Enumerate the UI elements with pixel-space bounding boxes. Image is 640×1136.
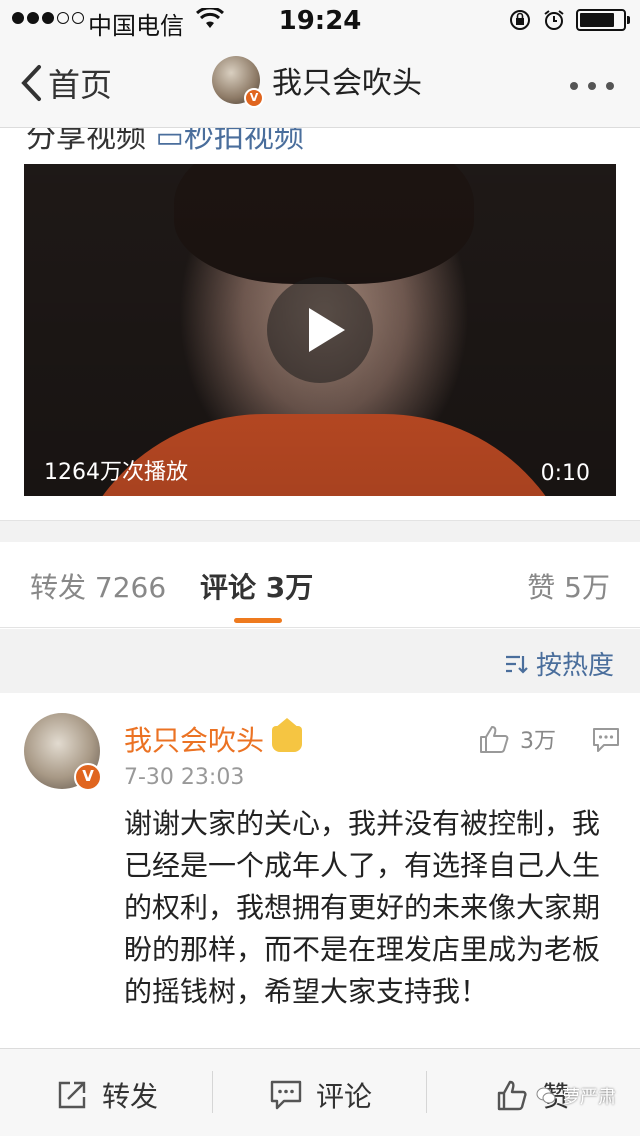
page-title: 我只会吹头	[272, 66, 422, 101]
comment-avatar[interactable]: V	[24, 713, 102, 791]
orientation-lock-icon	[510, 10, 530, 30]
tab-repost[interactable]: 转发 7266	[30, 566, 166, 606]
sort-by-hot-button[interactable]: 按热度	[504, 645, 614, 682]
back-button[interactable]: 首页	[20, 60, 112, 106]
comment-icon	[270, 1080, 302, 1110]
video-duration: 0:10	[540, 461, 590, 486]
sort-icon	[505, 655, 528, 674]
comment-item: V 我只会吹头 7-30 23:03 3万 谢谢大家的关心，我并没有被控制，我已…	[0, 693, 640, 1053]
chevron-left-icon	[21, 65, 41, 101]
comment-time: 7-30 23:03	[124, 765, 245, 790]
sort-bar: 按热度	[0, 629, 640, 693]
repost-button[interactable]: 转发	[56, 1075, 158, 1115]
top-bar: 中国电信 19:24 首页 V 我只会吹头	[0, 0, 640, 128]
play-icon[interactable]	[267, 277, 373, 383]
interaction-tabs: 转发 7266 评论 3万 赞 5万	[0, 542, 640, 628]
wechat-icon	[536, 1087, 556, 1104]
comment-button[interactable]: 评论	[270, 1075, 372, 1115]
comment-author[interactable]: 我只会吹头	[124, 718, 303, 759]
thumbs-up-icon	[497, 1080, 527, 1111]
nav-bar: 首页 V 我只会吹头	[0, 40, 640, 128]
repost-icon	[58, 1081, 86, 1109]
bottom-action-bar: 转发 评论 赞 萝严肃	[0, 1048, 640, 1136]
divider	[0, 520, 640, 542]
reply-comment-icon[interactable]	[592, 727, 620, 753]
verified-badge-icon: V	[74, 763, 102, 791]
nav-user[interactable]: V 我只会吹头	[212, 56, 422, 108]
avatar: V	[212, 56, 264, 108]
video-play-count: 1264万次播放	[44, 460, 188, 485]
tab-comment[interactable]: 评论 3万	[200, 566, 313, 606]
verified-badge-icon: V	[244, 88, 264, 108]
comment-like-button[interactable]: 3万	[478, 723, 556, 755]
crown-icon	[272, 718, 303, 752]
alarm-icon	[544, 10, 564, 30]
watermark: 萝严肃	[536, 1083, 616, 1109]
comment-like-count: 3万	[520, 729, 556, 754]
video-player[interactable]: 1264万次播放 0:10	[24, 164, 616, 496]
tab-like[interactable]: 赞 5万	[527, 566, 610, 606]
comment-text: 谢谢大家的关心，我并没有被控制，我已经是一个成年人了，有选择自己人生的权利，我想…	[124, 807, 601, 1008]
active-tab-indicator	[234, 618, 282, 623]
sort-label: 按热度	[535, 651, 614, 681]
thumbs-up-icon	[480, 726, 509, 753]
back-label: 首页	[48, 66, 113, 104]
battery-icon	[576, 9, 630, 31]
more-options-icon[interactable]	[570, 82, 614, 90]
status-bar: 中国电信 19:24	[0, 0, 640, 40]
